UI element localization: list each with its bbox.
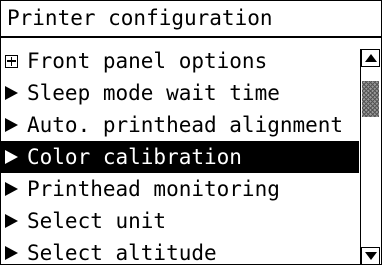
menu-item-label: Select unit — [27, 209, 167, 233]
right-triangle-icon — [5, 173, 27, 205]
menu-item-label: Select altitude — [27, 241, 217, 265]
scroll-down-arrow-icon — [364, 252, 377, 260]
right-triangle-icon — [5, 109, 27, 141]
menu-item-label: Auto. printhead alignment — [27, 113, 344, 137]
right-triangle-icon — [5, 141, 27, 173]
scroll-up-arrow-icon — [364, 54, 377, 62]
scroll-up-button[interactable] — [361, 49, 380, 67]
right-triangle-icon — [5, 237, 27, 264]
menu-item-select-altitude[interactable]: Select altitude — [1, 237, 359, 265]
vertical-scrollbar[interactable] — [360, 49, 380, 264]
menu-item-select-unit[interactable]: Select unit — [1, 205, 359, 237]
menu-item-auto-printhead-alignment[interactable]: Auto. printhead alignment — [1, 109, 359, 141]
page-title: Printer configuration — [1, 1, 381, 38]
menu-item-sleep-mode-wait-time[interactable]: Sleep mode wait time — [1, 77, 359, 109]
scroll-track[interactable] — [361, 67, 380, 247]
menu-list: Front panel options Sleep mode wait time… — [1, 40, 359, 265]
menu-item-printhead-monitoring[interactable]: Printhead monitoring — [1, 173, 359, 205]
printer-front-panel-screen: Printer configuration Front panel option… — [0, 0, 382, 265]
scroll-thumb[interactable] — [362, 81, 379, 117]
scroll-down-button[interactable] — [361, 247, 380, 264]
expand-plus-icon — [5, 45, 27, 77]
right-triangle-icon — [5, 77, 27, 109]
menu-item-front-panel-options[interactable]: Front panel options — [1, 45, 359, 77]
menu-item-label: Front panel options — [27, 49, 268, 73]
right-triangle-icon — [5, 205, 27, 237]
menu-item-color-calibration[interactable]: Color calibration — [1, 141, 359, 173]
menu-item-label: Printhead monitoring — [27, 177, 280, 201]
menu-item-label: Sleep mode wait time — [27, 81, 280, 105]
menu-item-label: Color calibration — [27, 145, 242, 169]
